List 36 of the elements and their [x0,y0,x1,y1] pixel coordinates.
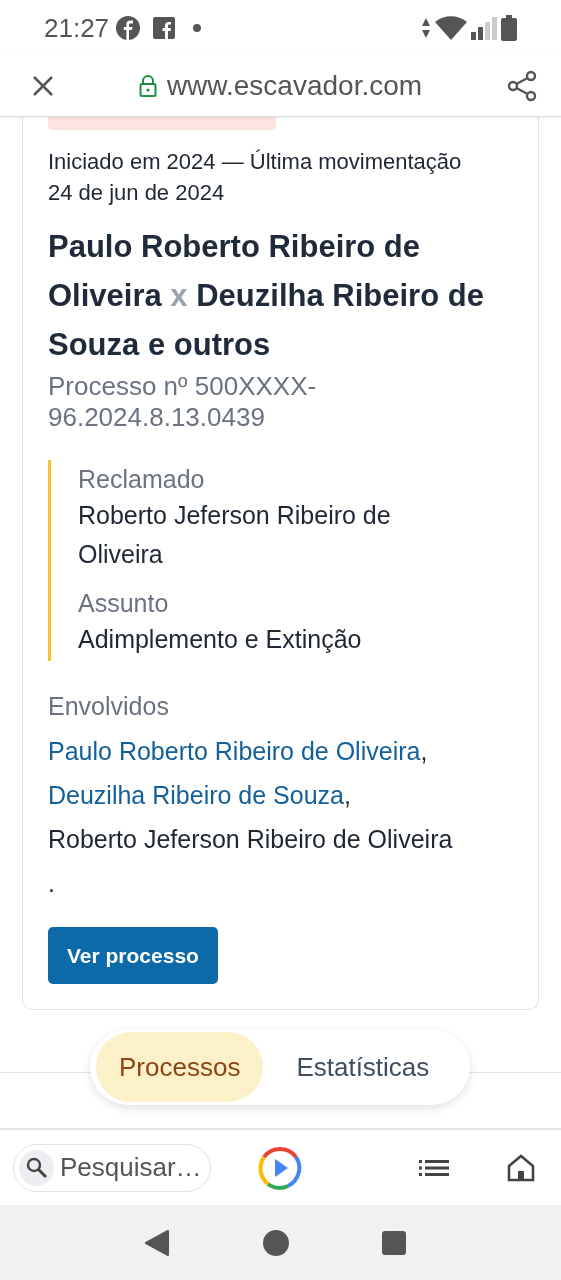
url-text[interactable]: www.escavador.com [166,70,423,102]
party-name: Roberto Jeferson Ribeiro de Oliveira [48,825,453,853]
recents-icon[interactable] [381,1230,406,1255]
field-label: Envolvidos [48,691,170,722]
close-icon[interactable] [32,75,54,97]
field-label: Reclamado [78,464,206,495]
separator-text: . [48,869,55,897]
data-arrows-icon [421,16,431,40]
back-icon[interactable] [143,1228,170,1257]
case-title: Paulo Roberto Ribeiro de Oliveira x Deuzilha Ribeiro de Souza e outros [48,228,485,364]
clock-text: 21:27 [44,12,110,44]
wifi-icon [435,16,467,40]
separator-text: , [344,781,351,809]
list-icon[interactable] [419,1158,449,1177]
dates-text: Iniciado em 2024 — Última movimentação 24 de jun de 2024 [48,148,463,207]
view-case-button[interactable]: Ver processo [48,927,218,984]
separator-text: , [420,737,428,765]
party-link[interactable]: Paulo Roberto Ribeiro de Oliveira [48,737,421,765]
battery-icon [501,15,517,41]
field-label: Assunto [78,588,170,619]
party-link[interactable]: Deuzilha Ribeiro de Souza [48,781,344,809]
signal-icon [471,16,497,40]
lock-icon [138,75,157,97]
field-value: Adimplemento e Extinção [78,624,363,655]
home-icon[interactable] [507,1153,535,1182]
tab[interactable]: Processos [96,1032,264,1102]
notification-icon [115,15,142,41]
notification-icon [153,17,176,39]
dot-icon [193,24,202,32]
case-number: Processo nº 500XXXX-96.2024.8.13.0439 [48,371,318,433]
share-icon[interactable] [507,70,537,102]
search-icon [25,1156,48,1179]
field-value: Roberto Jeferson Ribeiro de Oliveira [78,500,392,570]
play-circle-icon[interactable] [257,1144,303,1191]
tab[interactable]: Estatísticas [273,1032,453,1102]
home-button-icon[interactable] [262,1229,289,1256]
